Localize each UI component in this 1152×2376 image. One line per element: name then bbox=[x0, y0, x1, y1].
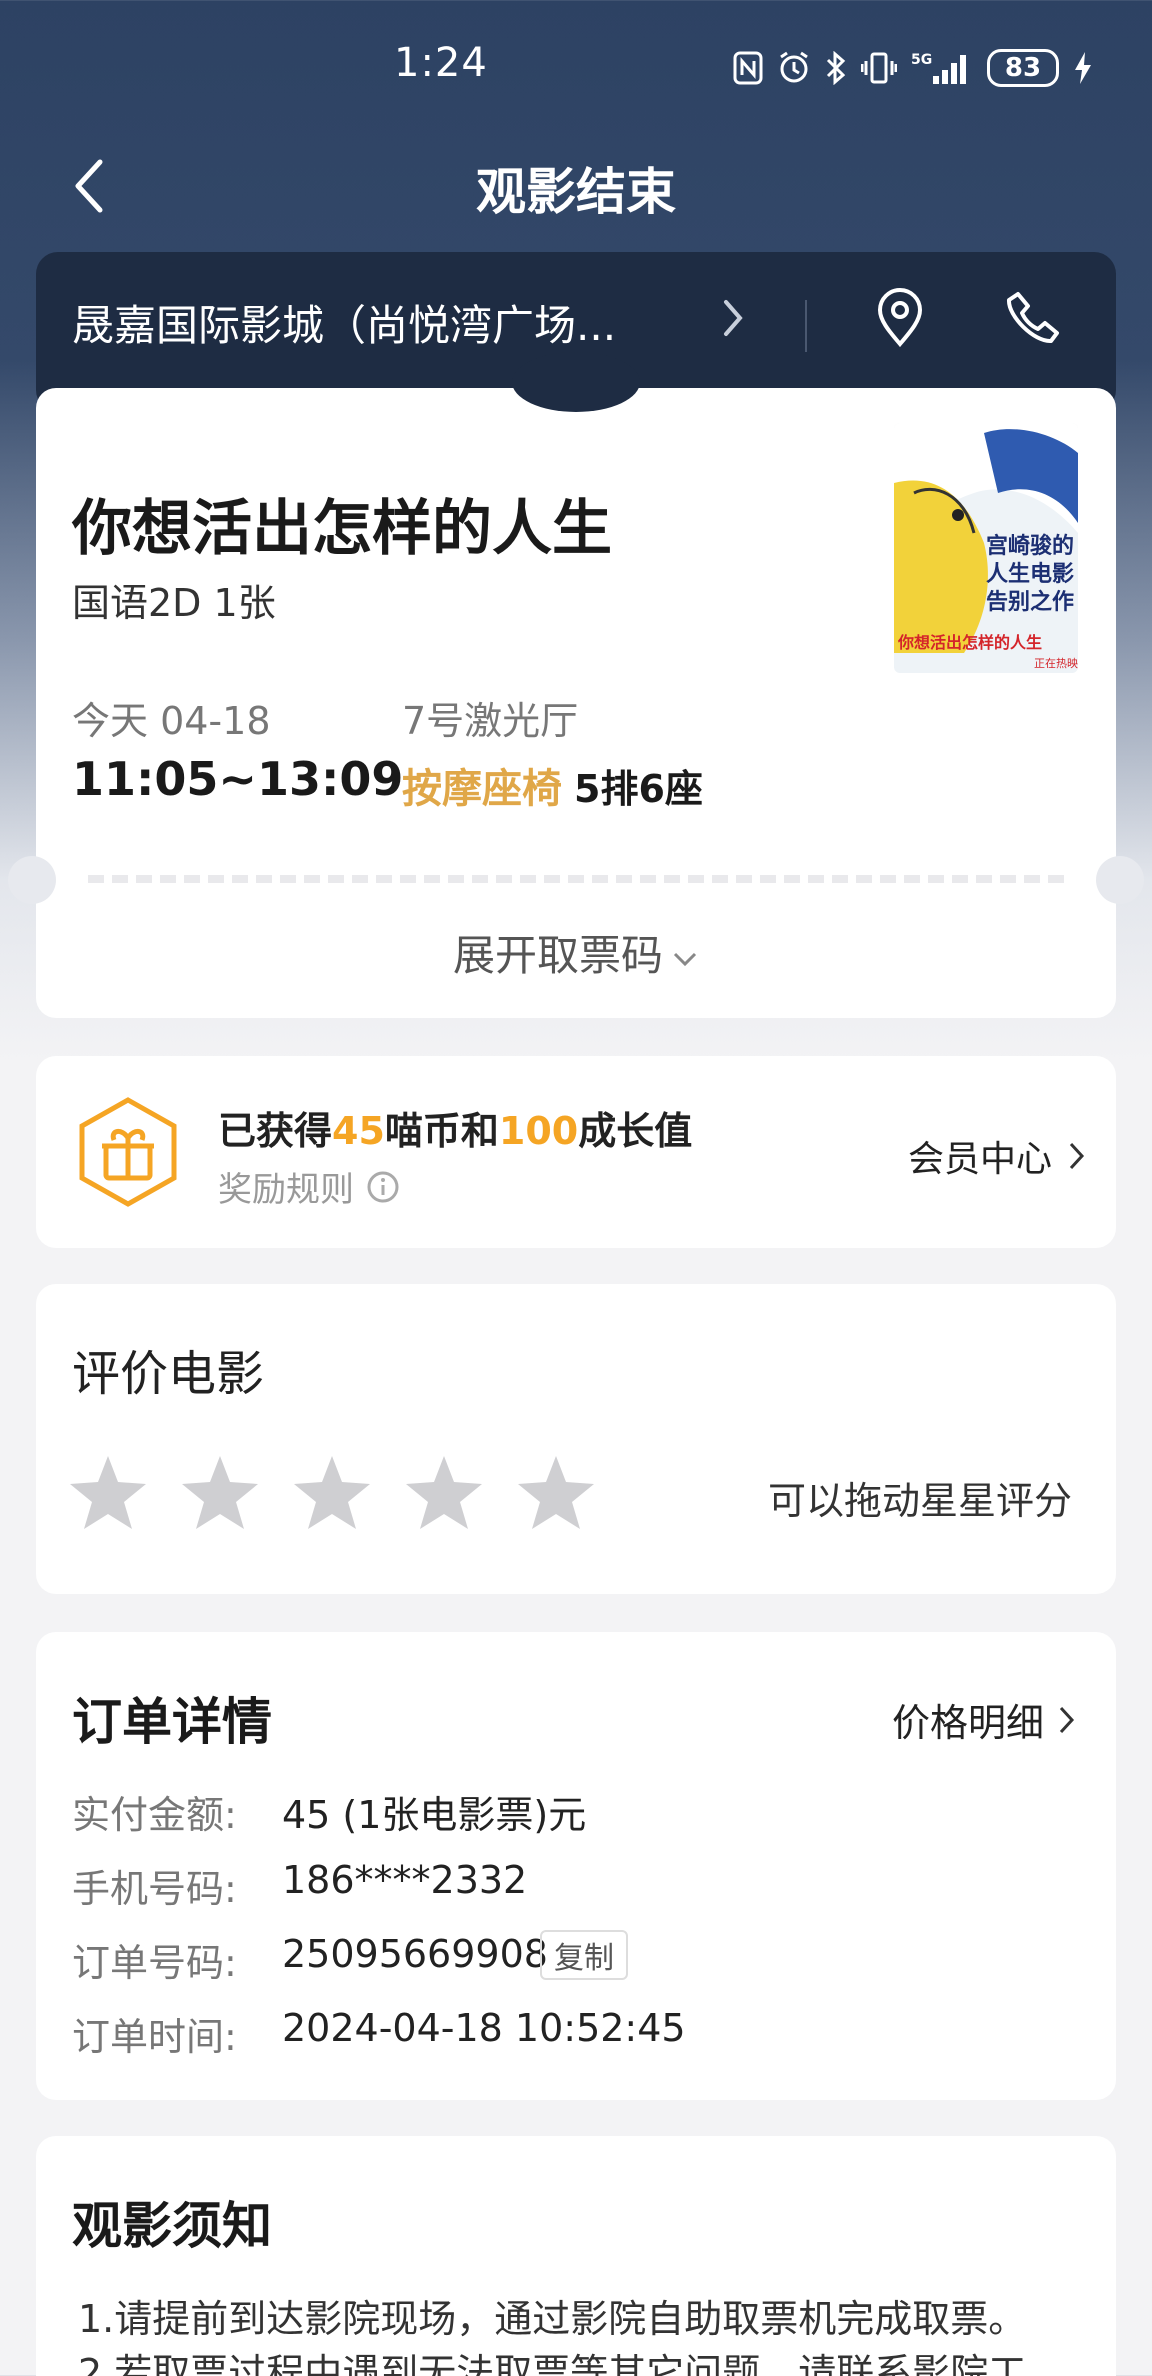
notice-line: 1.请提前到达影院现场，通过影院自助取票机完成取票。 bbox=[78, 2297, 1027, 2341]
notice-title: 观影须知 bbox=[72, 2197, 272, 2255]
rating-hint: 可以拖动星星评分 bbox=[768, 1479, 1073, 1523]
alarm-off-icon bbox=[780, 51, 808, 83]
order-row-label: 订单号码: bbox=[72, 1941, 237, 1985]
show-date: 今天 04-18 bbox=[72, 699, 271, 743]
divider bbox=[805, 300, 807, 352]
status-icons: 5G 83 bbox=[733, 46, 1093, 90]
movie-format: 国语2D 1张 bbox=[72, 581, 276, 625]
star-icon[interactable] bbox=[180, 1452, 260, 1532]
charging-icon bbox=[1075, 52, 1091, 84]
expand-ticket-code-button[interactable]: 展开取票码 bbox=[0, 922, 1152, 983]
expand-label[interactable]: 展开取票码 bbox=[453, 931, 663, 980]
member-center-link[interactable]: 会员中心 bbox=[908, 1130, 1086, 1182]
poster-tagline-3: 告别之作 bbox=[986, 589, 1074, 615]
notice-line: 2.若取票过程中遇到无法取票等其它问题，请联系影院工 bbox=[78, 2351, 1027, 2376]
hall-name: 7号激光厅 bbox=[402, 699, 579, 743]
show-time: 11:05~13:09 bbox=[72, 752, 404, 806]
rating-card bbox=[36, 1284, 1116, 1594]
ticket-cutout-left bbox=[8, 856, 56, 904]
nfc-icon bbox=[733, 51, 763, 85]
order-row-value: 186****2332 bbox=[282, 1858, 528, 1902]
movie-poster[interactable]: 宫崎骏的 人生电影 告别之作 你想活出怎样的人生 正在热映 bbox=[894, 423, 1078, 673]
order-row-label: 手机号码: bbox=[72, 1867, 237, 1911]
movie-title: 你想活出怎样的人生 bbox=[72, 494, 612, 564]
star-rating[interactable] bbox=[68, 1452, 596, 1532]
poster-tagline-2: 人生电影 bbox=[986, 561, 1074, 587]
chevron-down-icon[interactable] bbox=[671, 949, 699, 969]
star-icon[interactable] bbox=[404, 1452, 484, 1532]
cinema-name[interactable]: 晟嘉国际影城（尚悦湾广场... bbox=[72, 292, 672, 353]
phone-icon[interactable] bbox=[1004, 290, 1060, 346]
reward-coins: 45 bbox=[332, 1109, 385, 1153]
poster-tagline-1: 宫崎骏的 bbox=[986, 533, 1074, 559]
order-number: 25095669908 bbox=[282, 1932, 548, 1976]
ticket-cutout-right bbox=[1096, 856, 1144, 904]
vibrate-icon bbox=[861, 52, 897, 84]
reward-growth: 100 bbox=[498, 1109, 579, 1153]
reward-prefix: 已获得 bbox=[218, 1109, 333, 1153]
chevron-right-icon[interactable] bbox=[1056, 1704, 1076, 1736]
reward-mid: 喵币和 bbox=[384, 1109, 499, 1153]
order-title: 订单详情 bbox=[72, 1693, 272, 1751]
chevron-right-icon[interactable] bbox=[1066, 1140, 1086, 1172]
gift-icon bbox=[79, 1097, 177, 1207]
order-row-label: 实付金额: bbox=[72, 1793, 237, 1837]
chevron-right-icon[interactable] bbox=[718, 296, 748, 340]
reward-suffix: 成长值 bbox=[578, 1109, 693, 1153]
star-icon[interactable] bbox=[516, 1452, 596, 1532]
battery-indicator: 83 bbox=[987, 49, 1059, 87]
poster-tag: 正在热映 bbox=[1034, 657, 1078, 670]
bluetooth-icon bbox=[826, 51, 846, 85]
svg-text:5G: 5G bbox=[911, 52, 932, 68]
ticket-perforation bbox=[88, 875, 1064, 883]
price-detail-link[interactable]: 价格明细 bbox=[892, 1692, 1076, 1747]
rating-title: 评价电影 bbox=[72, 1346, 265, 1402]
order-row-value: 45 (1张电影票)元 bbox=[282, 1793, 587, 1837]
poster-title-art: 你想活出怎样的人生 bbox=[897, 633, 1042, 652]
copy-order-number-button[interactable]: 复制 bbox=[540, 1930, 628, 1980]
signal-5g-icon: 5G bbox=[911, 52, 966, 84]
seat-number: 5排6座 bbox=[574, 767, 703, 811]
order-row-label: 订单时间: bbox=[72, 2015, 237, 2059]
seat-type: 按摩座椅 bbox=[402, 766, 562, 812]
location-icon[interactable] bbox=[872, 288, 928, 348]
reward-rules-link[interactable]: 奖励规则 bbox=[218, 1162, 400, 1211]
star-icon[interactable] bbox=[68, 1452, 148, 1532]
order-row-value: 2024-04-18 10:52:45 bbox=[282, 2006, 686, 2050]
member-center-label[interactable]: 会员中心 bbox=[908, 1130, 1052, 1182]
reward-summary: 已获得45喵币和100成长值 bbox=[218, 1100, 692, 1155]
info-icon[interactable] bbox=[366, 1170, 400, 1204]
ticket-notch bbox=[512, 352, 640, 412]
price-detail-label[interactable]: 价格明细 bbox=[892, 1692, 1044, 1747]
page-title: 观影结束 bbox=[476, 163, 676, 221]
reward-rules-label[interactable]: 奖励规则 bbox=[218, 1162, 354, 1211]
status-time: 1:24 bbox=[394, 40, 488, 86]
star-icon[interactable] bbox=[292, 1452, 372, 1532]
